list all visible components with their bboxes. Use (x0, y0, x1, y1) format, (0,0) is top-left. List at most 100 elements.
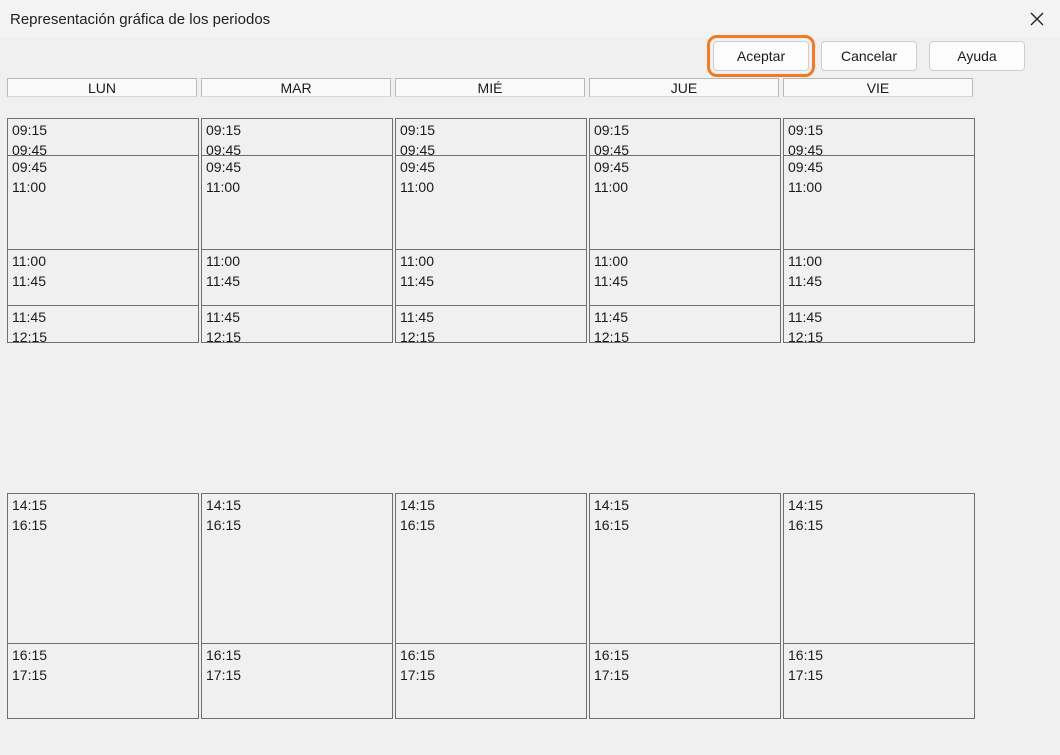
period-cell[interactable]: 16:15 17:15 (783, 643, 975, 719)
period-start-time: 16:15 (206, 647, 242, 663)
period-start-time: 11:00 (594, 253, 628, 269)
period-end-time: 11:00 (788, 179, 822, 195)
period-end-time: 11:45 (788, 273, 822, 289)
period-start-time: 14:15 (788, 497, 824, 513)
period-end-time: 16:15 (400, 517, 436, 533)
period-start-time: 14:15 (12, 497, 48, 513)
period-start-time: 09:15 (594, 122, 630, 138)
period-cell[interactable]: 11:45 12:15 (589, 305, 781, 343)
period-cell[interactable]: 09:45 11:00 (201, 155, 393, 250)
period-start-time: 11:45 (12, 309, 46, 325)
period-start-time: 09:15 (788, 122, 824, 138)
period-start-time: 14:15 (594, 497, 630, 513)
period-start-time: 09:45 (400, 159, 436, 175)
period-start-time: 11:45 (788, 309, 822, 325)
period-end-time: 09:45 (206, 142, 242, 156)
period-start-time: 09:15 (400, 122, 436, 138)
close-button[interactable] (1014, 0, 1060, 38)
period-start-time: 16:15 (12, 647, 48, 663)
period-end-time: 12:15 (400, 329, 436, 343)
period-cell[interactable]: 11:45 12:15 (783, 305, 975, 343)
period-end-time: 11:00 (400, 179, 434, 195)
period-cell[interactable]: 14:15 16:15 (395, 493, 587, 644)
period-end-time: 17:15 (400, 667, 436, 683)
period-start-time: 09:45 (206, 159, 242, 175)
period-cell[interactable]: 09:15 09:45 (589, 118, 781, 156)
day-header-4[interactable]: VIE (783, 78, 973, 97)
close-icon (1030, 12, 1044, 26)
period-end-time: 11:45 (206, 273, 240, 289)
period-end-time: 12:15 (12, 329, 48, 343)
period-cell[interactable]: 14:15 16:15 (783, 493, 975, 644)
period-cell[interactable]: 11:00 11:45 (395, 249, 587, 306)
period-cell[interactable]: 09:15 09:45 (7, 118, 199, 156)
period-end-time: 17:15 (12, 667, 48, 683)
period-cell[interactable]: 11:45 12:15 (201, 305, 393, 343)
day-header-3[interactable]: JUE (589, 78, 779, 97)
period-cell[interactable]: 09:15 09:45 (783, 118, 975, 156)
period-cell[interactable]: 16:15 17:15 (201, 643, 393, 719)
period-cell[interactable]: 11:00 11:45 (783, 249, 975, 306)
period-start-time: 11:45 (594, 309, 628, 325)
accept-button[interactable]: Aceptar (707, 35, 815, 77)
period-start-time: 11:00 (12, 253, 46, 269)
day-header-2[interactable]: MIÉ (395, 78, 585, 97)
period-end-time: 17:15 (594, 667, 630, 683)
period-end-time: 16:15 (788, 517, 824, 533)
day-header-1[interactable]: MAR (201, 78, 391, 97)
period-start-time: 11:00 (400, 253, 434, 269)
period-cell[interactable]: 11:00 11:45 (7, 249, 199, 306)
period-start-time: 14:15 (206, 497, 242, 513)
period-end-time: 11:00 (594, 179, 628, 195)
period-start-time: 16:15 (788, 647, 824, 663)
period-cell[interactable]: 09:45 11:00 (589, 155, 781, 250)
period-end-time: 11:45 (594, 273, 628, 289)
period-start-time: 09:15 (12, 122, 48, 138)
period-cell[interactable]: 09:45 11:00 (7, 155, 199, 250)
period-start-time: 11:45 (206, 309, 240, 325)
period-end-time: 09:45 (788, 142, 824, 156)
period-end-time: 11:00 (206, 179, 240, 195)
period-cell[interactable]: 14:15 16:15 (201, 493, 393, 644)
period-cell[interactable]: 16:15 17:15 (589, 643, 781, 719)
period-start-time: 11:00 (788, 253, 822, 269)
period-end-time: 12:15 (788, 329, 824, 343)
period-end-time: 09:45 (594, 142, 630, 156)
cancel-button[interactable]: Cancelar (821, 41, 917, 71)
window-title: Representación gráfica de los periodos (10, 11, 271, 28)
period-start-time: 09:45 (12, 159, 48, 175)
period-end-time: 12:15 (206, 329, 242, 343)
period-end-time: 17:15 (206, 667, 242, 683)
period-start-time: 09:15 (206, 122, 242, 138)
period-cell[interactable]: 14:15 16:15 (7, 493, 199, 644)
title-bar: Representación gráfica de los periodos (0, 0, 1060, 38)
period-end-time: 12:15 (594, 329, 630, 343)
period-start-time: 14:15 (400, 497, 436, 513)
period-cell[interactable]: 09:45 11:00 (783, 155, 975, 250)
period-end-time: 17:15 (788, 667, 824, 683)
period-cell[interactable]: 11:45 12:15 (7, 305, 199, 343)
period-end-time: 16:15 (206, 517, 242, 533)
period-start-time: 11:45 (400, 309, 434, 325)
period-end-time: 11:00 (12, 179, 46, 195)
period-cell[interactable]: 14:15 16:15 (589, 493, 781, 644)
period-cell[interactable]: 11:45 12:15 (395, 305, 587, 343)
period-start-time: 16:15 (400, 647, 436, 663)
period-start-time: 11:00 (206, 253, 240, 269)
period-cell[interactable]: 11:00 11:45 (201, 249, 393, 306)
period-end-time: 16:15 (594, 517, 630, 533)
period-cell[interactable]: 09:45 11:00 (395, 155, 587, 250)
period-end-time: 09:45 (12, 142, 48, 156)
period-cell[interactable]: 16:15 17:15 (395, 643, 587, 719)
period-cell[interactable]: 09:15 09:45 (201, 118, 393, 156)
period-cell[interactable]: 09:15 09:45 (395, 118, 587, 156)
period-start-time: 16:15 (594, 647, 630, 663)
period-cell[interactable]: 16:15 17:15 (7, 643, 199, 719)
period-cell[interactable]: 11:00 11:45 (589, 249, 781, 306)
period-end-time: 11:45 (12, 273, 46, 289)
day-header-0[interactable]: LUN (7, 78, 197, 97)
period-end-time: 09:45 (400, 142, 436, 156)
period-end-time: 16:15 (12, 517, 48, 533)
help-button[interactable]: Ayuda (929, 41, 1025, 71)
period-end-time: 11:45 (400, 273, 434, 289)
